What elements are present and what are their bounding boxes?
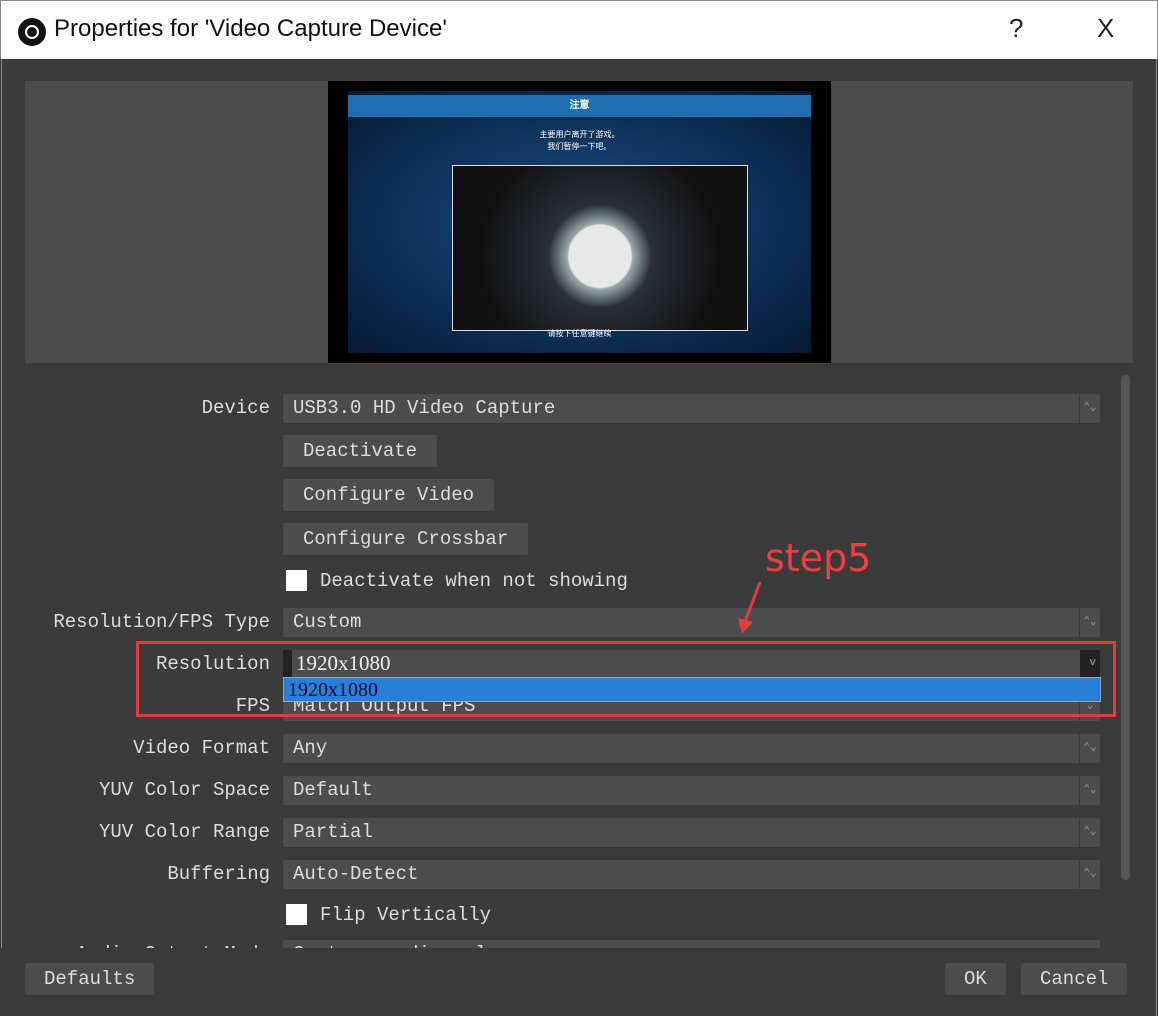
preview-footer: 请按下任意键继续 [547, 329, 612, 338]
yuv-color-space-select[interactable]: Default ⌃⌄ [283, 776, 1100, 805]
resolution-label: Resolution [155, 653, 270, 675]
res-fps-type-label: Resolution/FPS Type [53, 611, 270, 633]
buffering-label: Buffering [167, 863, 270, 885]
configure-crossbar-button[interactable]: Configure Crossbar [283, 523, 529, 555]
scrollbar[interactable] [1121, 375, 1130, 880]
preview-message: 主要用户离开了游戏。 我们暂停一下吧。 [539, 130, 620, 151]
help-button[interactable]: ? [1009, 13, 1023, 44]
preview-image [452, 165, 748, 331]
configure-video-button[interactable]: Configure Video [283, 479, 495, 511]
window-title: Properties for 'Video Capture Device' [54, 15, 447, 42]
fps-label: FPS [235, 695, 270, 717]
annotation-arrow-icon [738, 581, 762, 634]
resolution-option[interactable]: 1920x1080 [283, 677, 1101, 702]
ok-button[interactable]: OK [945, 963, 1006, 995]
deactivate-button[interactable]: Deactivate [283, 435, 438, 467]
spinner-icon: ⌃⌄ [1079, 860, 1100, 889]
video-preview: 注意 主要用户离开了游戏。 我们暂停一下吧。 请按下任意键继续 [328, 81, 831, 363]
device-label: Device [201, 397, 270, 419]
resolution-input[interactable]: 1920x1080 [292, 650, 1080, 677]
res-fps-type-select[interactable]: Custom ⌃⌄ [283, 608, 1100, 637]
buffering-select[interactable]: Auto-Detect ⌃⌄ [283, 860, 1100, 889]
title-bar: Properties for 'Video Capture Device' ? … [0, 0, 1158, 59]
spinner-icon: ⌃⌄ [1079, 394, 1100, 423]
video-format-select[interactable]: Any ⌃⌄ [283, 734, 1100, 763]
spinner-icon: ⌃⌄ [1079, 608, 1100, 637]
preview-header: 注意 [348, 95, 811, 117]
chevron-down-icon[interactable]: v [1089, 650, 1096, 677]
defaults-button[interactable]: Defaults [25, 963, 155, 995]
spinner-icon: ⌃⌄ [1079, 776, 1100, 805]
spinner-icon: ⌃⌄ [1079, 734, 1100, 763]
flip-vertically-checkbox[interactable] [286, 904, 307, 925]
deactivate-when-not-showing-label: Deactivate when not showing [320, 570, 628, 592]
yuv-color-range-label: YUV Color Range [98, 821, 270, 843]
deactivate-when-not-showing-checkbox[interactable] [286, 570, 307, 591]
spinner-icon: ⌃⌄ [1079, 818, 1100, 847]
obs-logo-icon [18, 18, 46, 46]
cancel-button[interactable]: Cancel [1021, 963, 1128, 995]
close-button[interactable]: X [1097, 13, 1114, 44]
video-format-label: Video Format [133, 737, 270, 759]
annotation-label: step5 [765, 536, 872, 580]
device-select[interactable]: USB3.0 HD Video Capture ⌃⌄ [283, 394, 1100, 423]
yuv-color-space-label: YUV Color Space [98, 779, 270, 801]
yuv-color-range-select[interactable]: Partial ⌃⌄ [283, 818, 1100, 847]
flip-vertically-label: Flip Vertically [320, 904, 492, 926]
resolution-combobox[interactable]: 1920x1080 v [283, 650, 1100, 677]
